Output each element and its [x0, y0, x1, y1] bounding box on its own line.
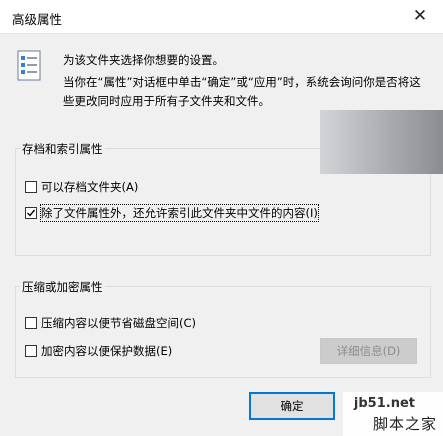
window-title: 高级属性 — [12, 12, 63, 27]
encrypt-checkbox[interactable] — [25, 345, 37, 357]
archive-checkbox[interactable] — [25, 181, 37, 193]
intro-line-1: 为该文件夹选择你想要的设置。 — [63, 53, 224, 67]
title-bar: 高级属性 ✕ — [0, 0, 443, 34]
encrypt-checkbox-row[interactable]: 加密内容以便保护数据(E) — [25, 343, 172, 359]
intro-line-3: 些更改同时应用于所有子文件夹和文件。 — [63, 94, 270, 108]
compress-checkbox-label: 压缩内容以便节省磁盘空间(C) — [41, 316, 197, 330]
encrypt-checkbox-label: 加密内容以便保护数据(E) — [41, 344, 173, 358]
archive-checkbox-label: 可以存档文件夹(A) — [41, 180, 139, 194]
close-icon[interactable]: ✕ — [397, 0, 443, 33]
watermark: jb51.net 脚本之家 — [343, 392, 443, 436]
preview-gradient — [320, 110, 443, 174]
watermark-site: jb51.net — [353, 396, 415, 411]
index-checkbox[interactable] — [25, 207, 37, 219]
index-checkbox-label: 除了文件属性外，还允许索引此文件夹中文件的内容(I) — [40, 204, 319, 222]
intro-line-2: 当你在“属性”对话框中单击“确定”或“应用”时，系统会询问你是否将这 — [63, 75, 421, 89]
compress-checkbox-row[interactable]: 压缩内容以便节省磁盘空间(C) — [25, 315, 196, 331]
archive-group-label: 存档和索引属性 — [20, 141, 105, 157]
watermark-name: 脚本之家 — [372, 415, 437, 433]
properties-list-icon — [17, 50, 43, 82]
compress-checkbox[interactable] — [25, 317, 37, 329]
index-checkbox-row[interactable]: 除了文件属性外，还允许索引此文件夹中文件的内容(I) — [25, 204, 319, 222]
details-button[interactable]: 详细信息(D) — [320, 338, 417, 364]
compress-group-label: 压缩或加密属性 — [20, 279, 105, 295]
ok-button[interactable]: 确定 — [249, 392, 335, 420]
compress-encrypt-group — [15, 286, 431, 378]
archive-checkbox-row[interactable]: 可以存档文件夹(A) — [25, 179, 138, 195]
